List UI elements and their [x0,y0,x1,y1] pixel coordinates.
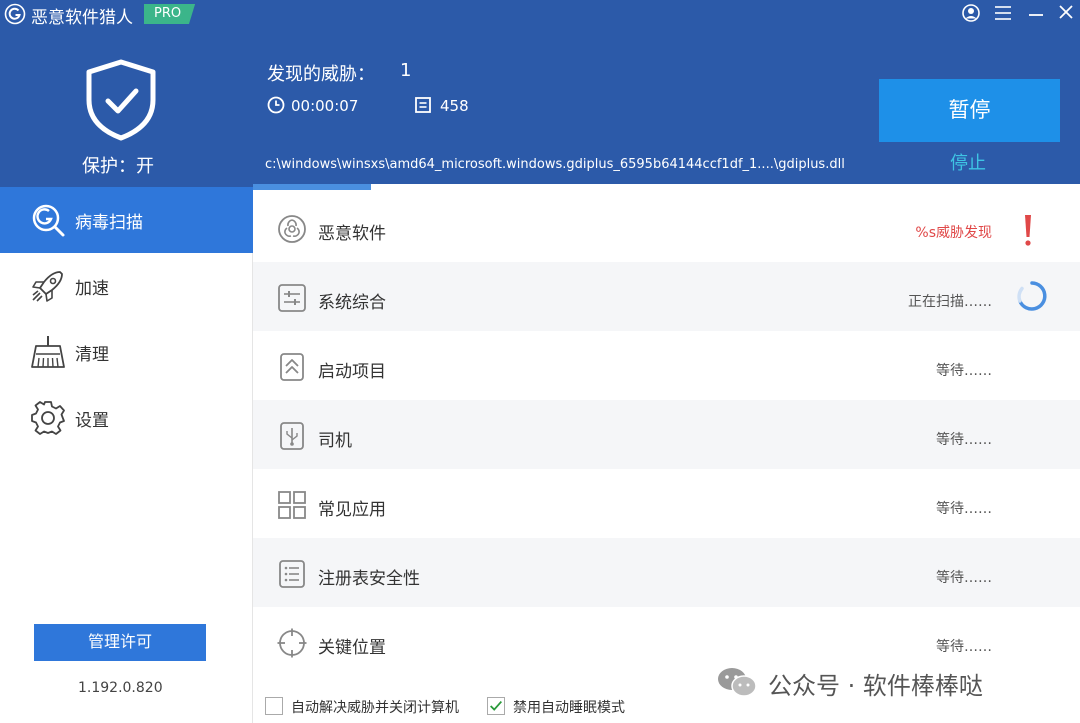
usb-icon [280,422,304,450]
sliders-icon [278,284,306,312]
sidebar-item-label: 病毒扫描 [75,213,143,233]
file-count-icon [415,97,431,113]
elapsed-time: 00:00:07 [291,97,359,115]
scan-item-label: 注册表安全性 [318,569,420,589]
auto-resolve-shutdown-option[interactable]: 自动解决威胁并关闭计算机 [265,695,480,717]
close-button[interactable] [1054,2,1078,24]
menu-button[interactable] [991,2,1015,24]
scan-item-label: 启动项目 [318,362,386,382]
account-button[interactable] [959,2,983,24]
scan-item-status: 正在扫描…… [908,294,992,310]
scan-item-status: 等待…… [936,639,992,655]
auto-resolve-checkbox[interactable] [265,697,283,715]
crosshair-icon [277,628,307,658]
scan-item-startup: 启动项目 等待…… [253,331,1080,400]
pro-badge: PRO [144,4,196,24]
scan-item-drivers: 司机 等待…… [253,400,1080,469]
disable-sleep-checkbox[interactable] [487,697,505,715]
title-bar[interactable]: 恶意软件猎人 PRO [0,0,1080,28]
app-logo-icon [4,3,26,25]
scan-item-label: 恶意软件 [318,224,386,244]
clock-icon [267,96,285,114]
disable-sleep-option[interactable]: 禁用自动睡眠模式 [487,695,647,717]
broom-icon [31,336,65,368]
biohazard-icon [278,215,306,243]
threats-label: 发现的威胁： [267,64,375,85]
sidebar-item-settings[interactable]: 设置 [0,385,253,451]
sidebar-item-speedup[interactable]: 加速 [0,253,253,319]
scan-items-list: 恶意软件 %s威胁发现 系统综合 正在扫描…… 启动项目 等待…… 司机 等待…… [253,190,1080,723]
current-scan-path: c:\windows\winsxs\amd64_microsoft.window… [265,157,845,172]
manage-license-button[interactable]: 管理许可 [34,624,206,661]
close-icon [1059,5,1073,19]
option-label: 禁用自动睡眠模式 [513,700,625,716]
option-label: 自动解决威胁并关闭计算机 [291,700,459,716]
apps-grid-icon [278,491,306,519]
sidebar-item-label: 设置 [75,411,109,431]
sidebar-item-label: 加速 [75,279,109,299]
scan-item-label: 常见应用 [318,500,386,520]
minimize-button[interactable] [1024,2,1048,24]
scan-item-system: 系统综合 正在扫描…… [253,262,1080,331]
gear-icon [31,401,65,435]
scan-item-status: 等待…… [936,501,992,517]
sidebar-item-cleanup[interactable]: 清理 [0,319,253,385]
scan-icon [32,204,65,237]
scan-item-label: 关键位置 [318,638,386,658]
exclamation-alert-icon [1025,215,1031,246]
sidebar: 病毒扫描 加速 清理 设置 管理许可 1.192.0.820 [0,187,253,723]
hamburger-icon [995,6,1011,20]
registry-list-icon [279,560,305,588]
scan-item-registry: 注册表安全性 等待…… [253,538,1080,607]
checkmark-icon [490,700,502,711]
minimize-icon [1029,14,1043,16]
app-title: 恶意软件猎人 [31,8,133,28]
files-scanned-count: 458 [440,97,469,115]
pause-button[interactable]: 暂停 [879,79,1060,142]
scan-item-status: %s威胁发现 [915,225,992,241]
version-label: 1.192.0.820 [78,680,163,696]
header: 恶意软件猎人 PRO 保护：开 发现的威胁： 1 00:00:07 458 c:… [0,0,1080,187]
scan-item-status: 等待…… [936,432,992,448]
scan-item-common-apps: 常见应用 等待…… [253,469,1080,538]
sidebar-item-virus-scan[interactable]: 病毒扫描 [0,187,253,253]
threats-count: 1 [400,60,412,81]
startup-icon [280,353,304,381]
rocket-icon [32,271,63,302]
protection-status: 保护：开 [82,156,154,177]
sidebar-item-label: 清理 [75,345,109,365]
wechat-icon [718,668,757,697]
shield-check-icon [86,59,156,141]
scan-item-malware: 恶意软件 %s威胁发现 [253,193,1080,262]
user-icon [962,4,980,22]
scan-item-status: 等待…… [936,363,992,379]
scan-item-label: 司机 [318,431,352,451]
scan-item-status: 等待…… [936,570,992,586]
watermark-text: 公众号 · 软件棒棒哒 [768,672,983,700]
scan-item-label: 系统综合 [318,293,386,313]
stop-link[interactable]: 停止 [950,149,986,175]
loading-spinner-icon [1017,281,1047,311]
